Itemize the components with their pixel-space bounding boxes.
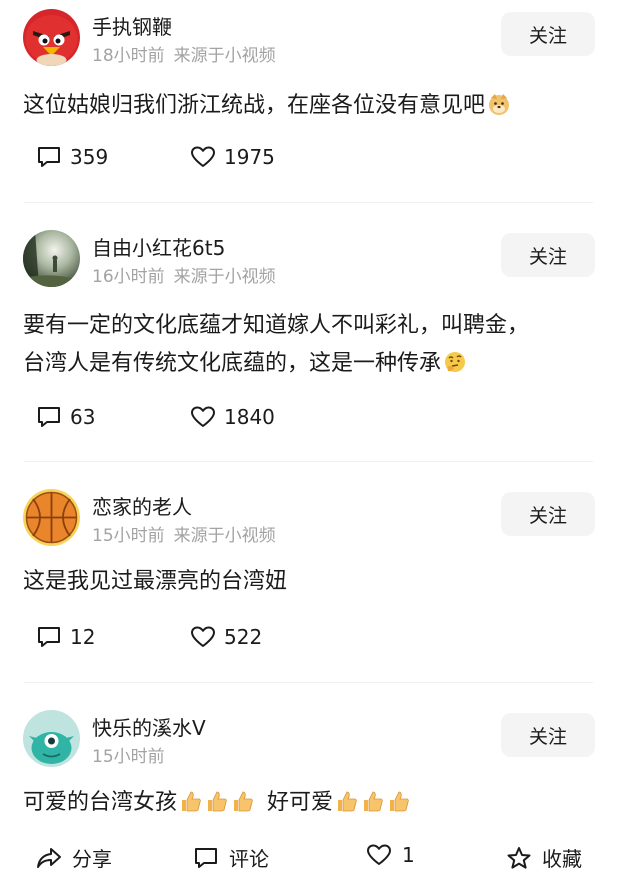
share-label: 分享: [72, 847, 112, 871]
comment-button[interactable]: 评论: [193, 843, 269, 872]
cartoon-monster-icon: [23, 710, 80, 767]
follow-button[interactable]: 关注: [501, 12, 595, 56]
comment-source: 来源于小视频: [173, 46, 276, 66]
avatar[interactable]: [23, 489, 80, 546]
avatar[interactable]: [23, 230, 80, 287]
basketball-icon: [23, 489, 80, 546]
comment-text-line-wrap: 台湾人是有传统文化底蕴的，这是一种传承: [23, 345, 529, 383]
comment-text: 要有一定的文化底蕴才知道嫁人不叫彩礼，叫聘金， 台湾人是有传统文化底蕴的，这是一…: [23, 307, 529, 383]
thinking-emoji-icon: [443, 350, 467, 374]
avatar[interactable]: [23, 710, 80, 767]
comment-text: 这位姑娘归我们浙江统战，在座各位没有意见吧: [23, 87, 511, 125]
divider: [24, 682, 593, 683]
like-button[interactable]: 1: [366, 843, 415, 867]
reply-count: 359: [70, 145, 109, 169]
comment-bubble-icon: [38, 627, 60, 647]
avatar[interactable]: [23, 9, 80, 66]
reply-button[interactable]: 12: [36, 625, 95, 649]
thumbs-up-emoji-icon: [179, 789, 203, 813]
reply-button[interactable]: 359: [36, 145, 108, 169]
thumbs-up-emoji-icon: [361, 789, 385, 813]
comment-bubble-icon: [38, 147, 60, 167]
follow-button[interactable]: 关注: [501, 233, 595, 277]
heart-icon: [191, 406, 215, 427]
like-count: 1975: [224, 145, 275, 169]
doge-emoji-icon: [487, 92, 511, 116]
comment-text-line: 要有一定的文化底蕴才知道嫁人不叫彩礼，叫聘金，: [23, 313, 530, 338]
share-arrow-icon: [37, 847, 61, 868]
forest-photo-icon: [23, 230, 80, 287]
heart-icon: [367, 844, 391, 865]
comment-bubble-icon: [195, 847, 217, 868]
star-icon: [507, 846, 531, 869]
comment-meta: 16小时前 来源于小视频: [92, 262, 276, 287]
like-button[interactable]: 522: [190, 625, 262, 649]
heart-icon: [191, 146, 215, 167]
thumbs-up-emoji-icon: [231, 789, 255, 813]
comment-source: 来源于小视频: [173, 267, 276, 287]
like-count: 1840: [224, 405, 275, 429]
comment-text-part: 好可爱: [267, 790, 334, 815]
reply-button[interactable]: 63: [36, 405, 95, 429]
comment-text: 可爱的台湾女孩 好可爱: [23, 784, 411, 822]
comment-label: 评论: [229, 847, 269, 871]
reply-count: 12: [70, 625, 96, 649]
comment-time: 15小时前: [92, 526, 165, 546]
divider: [24, 461, 593, 462]
heart-icon: [191, 626, 215, 647]
comment-meta: 15小时前: [92, 742, 165, 767]
comment-meta: 18小时前 来源于小视频: [92, 41, 276, 66]
thumbs-up-emoji-icon: [205, 789, 229, 813]
follow-button[interactable]: 关注: [501, 713, 595, 757]
comment-text-line: 台湾人是有传统文化底蕴的，这是一种传承: [23, 351, 442, 376]
comment-time: 15小时前: [92, 747, 165, 767]
username[interactable]: 恋家的老人: [92, 491, 192, 520]
username[interactable]: 快乐的溪水V: [92, 712, 206, 741]
comment-actions: 359 1975: [36, 145, 275, 169]
follow-button[interactable]: 关注: [501, 492, 595, 536]
comment-text-line: 这是我见过最漂亮的台湾妞: [23, 569, 288, 594]
like-count: 522: [224, 625, 263, 649]
thumbs-up-emoji-icon: [335, 789, 359, 813]
comment-time: 18小时前: [92, 46, 165, 66]
username[interactable]: 手执钢鞭: [92, 11, 172, 40]
divider: [24, 202, 593, 203]
share-button[interactable]: 分享: [36, 843, 112, 872]
comment-time: 16小时前: [92, 267, 165, 287]
angry-bird-icon: [23, 9, 80, 66]
like-button[interactable]: 1840: [190, 405, 275, 429]
like-count: 1: [402, 843, 415, 867]
comment-bubble-icon: [38, 407, 60, 427]
comment-text-line: 这位姑娘归我们浙江统战，在座各位没有意见吧: [23, 93, 486, 118]
reply-count: 63: [70, 405, 96, 429]
favorite-button[interactable]: 收藏: [506, 843, 582, 872]
comment-actions: 63 1840: [36, 405, 275, 429]
username[interactable]: 自由小红花6t5: [92, 232, 225, 261]
comment-text-part: 可爱的台湾女孩: [23, 790, 178, 815]
comment-meta: 15小时前 来源于小视频: [92, 521, 276, 546]
favorite-label: 收藏: [542, 847, 582, 871]
like-button[interactable]: 1975: [190, 145, 275, 169]
comment-text: 这是我见过最漂亮的台湾妞: [23, 563, 287, 601]
comment-actions: 12 522: [36, 625, 262, 649]
thumbs-up-emoji-icon: [387, 789, 411, 813]
bottom-action-bar: 分享 评论 1 收藏: [0, 843, 617, 879]
comment-source: 来源于小视频: [173, 526, 276, 546]
